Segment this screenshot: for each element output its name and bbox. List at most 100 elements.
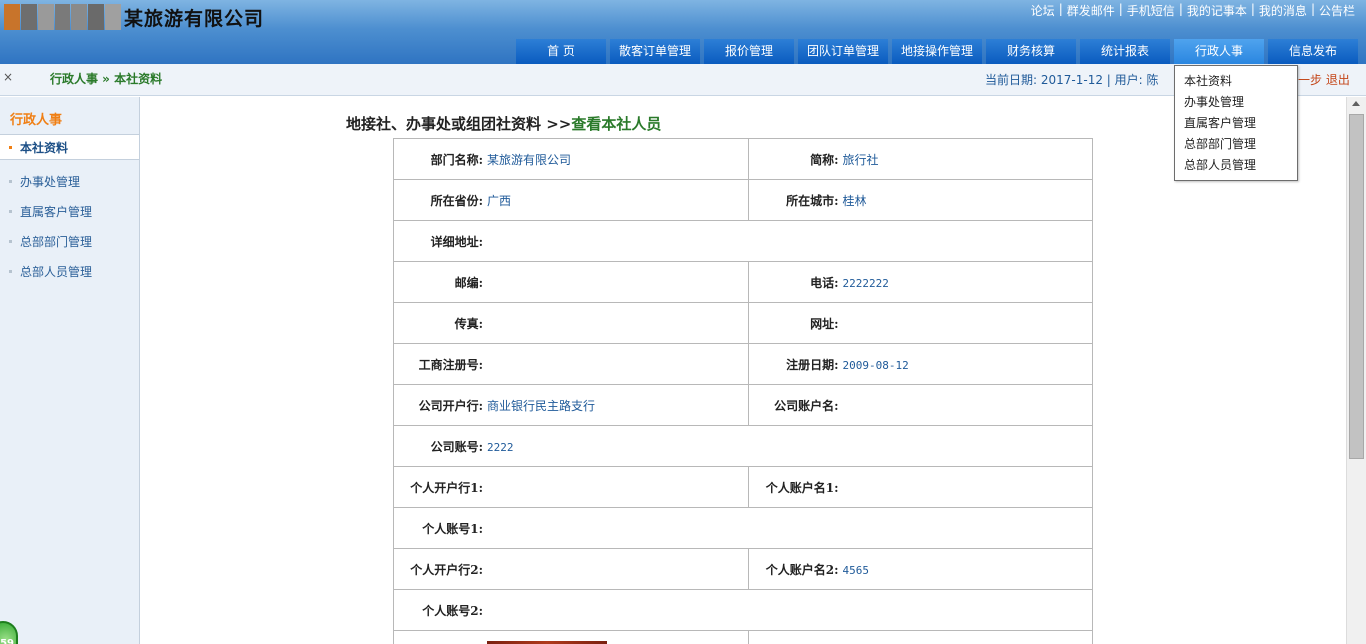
logo-tile	[88, 4, 105, 30]
sidebar-item[interactable]: 本社资料	[0, 134, 139, 160]
field-value	[483, 358, 487, 372]
field-label: 公司开户行:	[418, 398, 483, 413]
dropdown-menu: 本社资料 办事处管理 直属客户管理 总部部门管理 总部人员管理	[1174, 65, 1298, 181]
logout-link[interactable]: 一步 退出	[1298, 71, 1350, 88]
sidebar-item[interactable]: 总部人员管理	[0, 259, 139, 285]
field-cell: 简称: 旅行社	[747, 138, 1094, 180]
app-header: 某旅游有限公司 论坛 | 群发邮件 | 手机短信 | 我的记事本 | 我的消息 | 公告栏 首 页散…	[0, 0, 1366, 64]
field-value: 桂林	[842, 193, 867, 208]
field-label: 个人开户行1:	[410, 480, 483, 495]
field-value: 旅行社	[842, 152, 879, 167]
field-label: 注册日期:	[786, 357, 839, 372]
company-name: 某旅游有限公司	[124, 8, 265, 30]
top-link[interactable]: 我的消息	[1256, 2, 1310, 19]
nav-tab[interactable]: 团队订单管理	[798, 39, 888, 64]
field-label: 电话:	[810, 275, 839, 290]
field-value	[839, 317, 843, 331]
info-table: 部门名称: 某旅游有限公司 简称: 旅行社 所在省份: 广西 所在城市: 桂林详细地址: 邮编:…	[393, 138, 1094, 644]
table-row: 邮编: 电话: 2222222	[393, 261, 1094, 303]
nav-tab[interactable]: 行政人事	[1174, 39, 1264, 64]
dropdown-item[interactable]: 直属客户管理	[1175, 113, 1297, 134]
top-link[interactable]: 群发邮件	[1064, 2, 1118, 19]
close-icon[interactable]: ×	[3, 70, 13, 84]
top-link[interactable]: 论坛	[1028, 2, 1058, 19]
main-nav: 首 页散客订单管理 报价管理 团队订单管理 地接操作管理 财务核算 统计报表 行政人事 信息发…	[516, 39, 1362, 64]
table-row: 公司开户行: 商业银行民主路支行 公司账户名:	[393, 384, 1094, 426]
field-value	[483, 522, 487, 536]
bullet-icon	[9, 270, 12, 273]
sidebar-item[interactable]: 直属客户管理	[0, 199, 139, 225]
field-value	[483, 481, 487, 495]
field-cell: 个人账号1:	[393, 507, 1093, 549]
nav-tab[interactable]: 报价管理	[704, 39, 794, 64]
logo-tile	[105, 4, 122, 30]
logo-tile	[54, 4, 71, 30]
field-cell: 注册日期: 2009-08-12	[747, 343, 1094, 385]
field-cell: 个人开户行1:	[393, 466, 749, 508]
table-row: 个人开户行1: 个人账户名1:	[393, 466, 1094, 508]
field-cell: 电话: 2222222	[747, 261, 1094, 303]
bullet-icon	[9, 180, 12, 183]
field-label: 个人账户名2:	[765, 562, 839, 577]
field-label: 详细地址:	[430, 234, 483, 249]
dropdown-item[interactable]: 总部人员管理	[1175, 155, 1297, 176]
page-title: 地接社、办事处或组团社资料 >>查看本社人员	[346, 113, 661, 134]
field-cell: 公司开户行: 商业银行民主路支行	[393, 384, 749, 426]
field-cell: 网址:	[747, 302, 1094, 344]
field-cell: 个人开户行2:	[393, 548, 749, 590]
logo-tile	[20, 4, 37, 30]
breadcrumb: 行政人事 » 本社资料	[50, 72, 163, 86]
field-cell: 工商注册号:	[393, 343, 749, 385]
nav-tab[interactable]: 散客订单管理	[610, 39, 700, 64]
top-link[interactable]: 手机短信	[1124, 2, 1178, 19]
field-cell: 个人账号2:	[393, 589, 1093, 631]
field-value	[839, 481, 843, 495]
scroll-thumb[interactable]	[1349, 114, 1364, 459]
sidebar-item[interactable]: 办事处管理	[0, 169, 139, 195]
view-staff-link[interactable]: 查看本社人员	[571, 115, 661, 133]
top-link[interactable]: 公告栏	[1316, 2, 1358, 19]
field-label: 传真:	[454, 316, 483, 331]
field-cell: 传真:	[393, 302, 749, 344]
logo-tile	[71, 4, 88, 30]
sidebar-item-label: 直属客户管理	[20, 205, 93, 219]
sidebar: 行政人事 本社资料办事处管理直属客户管理 总部部门管理 总部人员管理 59	[0, 97, 140, 644]
nav-tab[interactable]: 地接操作管理	[892, 39, 982, 64]
table-row: 所在省份: 广西 所在城市: 桂林	[393, 179, 1094, 221]
field-cell	[747, 630, 1094, 644]
field-label: 个人账户名1:	[765, 480, 839, 495]
sidebar-item-label: 总部人员管理	[20, 265, 93, 279]
table-row: 个人账号1:	[393, 507, 1093, 549]
scrollbar[interactable]	[1346, 97, 1366, 644]
sidebar-title: 行政人事	[10, 113, 63, 128]
field-label: 网址:	[810, 316, 839, 331]
nav-tab[interactable]: 统计报表	[1080, 39, 1170, 64]
top-link[interactable]: 我的记事本	[1184, 2, 1250, 19]
sidebar-item-label: 总部部门管理	[20, 235, 93, 249]
field-cell: 公司账户名:	[747, 384, 1094, 426]
table-row: 公司账号: 2222	[393, 425, 1093, 467]
nav-tab[interactable]: 首 页	[516, 39, 606, 64]
field-cell: 所在城市: 桂林	[747, 179, 1094, 221]
nav-tab[interactable]: 信息发布	[1268, 39, 1358, 64]
field-cell: 公司账号: 2222	[393, 425, 1093, 467]
scroll-up-arrow-icon[interactable]	[1352, 101, 1360, 106]
dropdown-item[interactable]: 总部部门管理	[1175, 134, 1297, 155]
dropdown-item[interactable]: 本社资料	[1175, 71, 1297, 92]
bullet-icon	[9, 146, 12, 149]
nav-tab[interactable]: 财务核算	[986, 39, 1076, 64]
field-value: 2222222	[842, 276, 889, 290]
main-content: 地接社、办事处或组团社资料 >>查看本社人员 部门名称: 某旅游有限公司 简称: 旅行…	[141, 97, 1346, 644]
sidebar-item[interactable]: 总部部门管理	[0, 229, 139, 255]
floating-badge[interactable]: 59	[0, 621, 18, 644]
table-row: 部门名称: 某旅游有限公司 简称: 旅行社	[393, 138, 1094, 180]
field-label: 工商注册号:	[418, 357, 483, 372]
dropdown-item[interactable]: 办事处管理	[1175, 92, 1297, 113]
field-value	[483, 235, 487, 249]
logo-tile	[4, 4, 20, 30]
field-label: 邮编:	[454, 275, 483, 290]
field-label: 个人账号2:	[422, 603, 483, 618]
field-value	[483, 563, 487, 577]
field-value	[483, 604, 487, 618]
table-row: 个人账号2:	[393, 589, 1093, 631]
